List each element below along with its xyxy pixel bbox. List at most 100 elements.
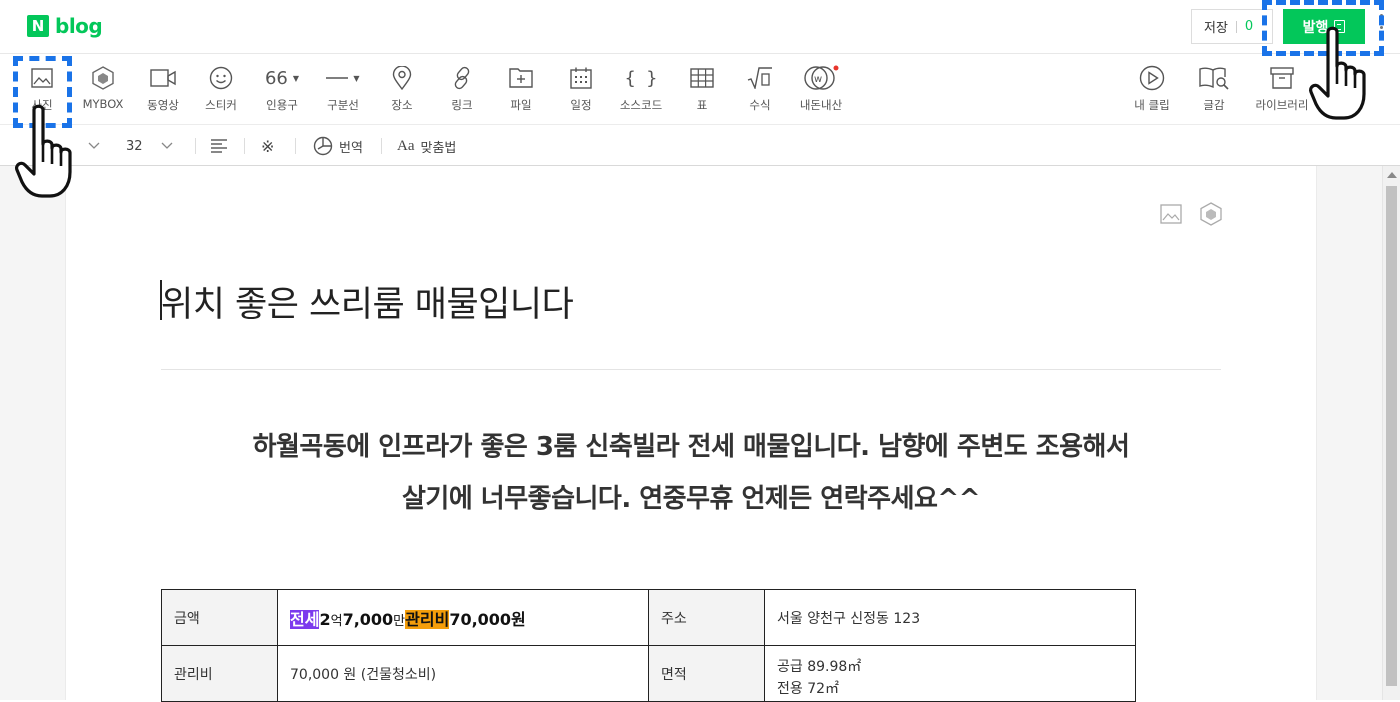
toolbar-sticker[interactable]: 스티커: [198, 55, 244, 125]
toolbar-mybox[interactable]: MYBOX: [76, 55, 130, 125]
toolbar-library[interactable]: 라이브러리: [1250, 55, 1314, 125]
area-cell[interactable]: 공급 89.98㎡ 전용 72㎡: [764, 645, 1136, 702]
toolbar-file[interactable]: 파일: [499, 55, 543, 125]
quote-icon: 66 ▼: [265, 66, 299, 90]
insert-toolbar: 사진 MYBOX 동영상 스티커 66 ▼ 인용구 ▼ 구분선 장소 링크 파일…: [0, 55, 1400, 125]
video-icon: [150, 66, 176, 90]
translate-icon: [313, 136, 333, 156]
code-glyph: { }: [624, 67, 658, 89]
link-icon: [450, 66, 474, 90]
svg-text:w: w: [814, 74, 822, 85]
toolbar-material[interactable]: 글감: [1192, 55, 1236, 125]
toolbar-formula[interactable]: 수식: [738, 55, 782, 125]
code-icon: { }: [625, 66, 658, 90]
toolbar-schedule[interactable]: 일정: [559, 55, 603, 125]
table-header-cell[interactable]: 면적: [648, 645, 765, 702]
purchase-icon: w: [803, 65, 839, 90]
fee-detail-cell[interactable]: 70,000 원 (건물청소비): [277, 645, 649, 702]
toolbar-divider[interactable]: ▼ 구분선: [320, 55, 366, 125]
spellcheck-button[interactable]: Aa 맞춤법: [397, 126, 456, 166]
format-separator: [244, 138, 245, 154]
vertical-scrollbar[interactable]: [1382, 166, 1400, 700]
font-size-dropdown[interactable]: 32: [126, 126, 173, 166]
toolbar-label: 동영상: [147, 98, 179, 112]
spellcheck-label: 맞춤법: [420, 140, 457, 156]
place-icon: [392, 66, 412, 90]
toolbar-label: 내 클립: [1134, 98, 1170, 112]
editor-canvas: 위치 좋은 쓰리룸 매물입니다 하월곡동에 인프라가 좋은 3룸 신축빌라 전세…: [0, 166, 1382, 702]
toolbar-label: 인용구: [266, 98, 298, 112]
mybox-icon: [92, 66, 114, 90]
toolbar-purchase[interactable]: w 내돈내산: [793, 55, 849, 125]
save-label: 저장: [1204, 21, 1228, 36]
title-divider: [161, 369, 1221, 370]
chevron-down-icon: [161, 142, 173, 149]
library-icon: [1270, 66, 1294, 90]
fee-value: 70,000원: [449, 609, 526, 629]
align-left-icon: [211, 139, 227, 153]
property-info-table[interactable]: 금액 전세2억7,000만관리비70,000원 주소 서울 양천구 신정동 12…: [161, 589, 1136, 702]
format-separator: [195, 138, 196, 154]
spellcheck-icon: Aa: [397, 137, 415, 154]
chevron-down-icon: [88, 142, 100, 149]
save-button[interactable]: 저장 0: [1191, 9, 1273, 44]
font-size-value: 32: [126, 138, 143, 154]
toolbar-video[interactable]: 동영상: [140, 55, 186, 125]
top-header: N blog 저장 0 발행: [0, 0, 1400, 54]
blog-logo-text: blog: [55, 14, 103, 38]
toolbar-label: 장소: [391, 98, 413, 112]
toolbar-link[interactable]: 링크: [440, 55, 484, 125]
price-man-value: 7,000: [342, 609, 394, 629]
translate-button[interactable]: 번역: [313, 126, 363, 166]
price-unit: 만: [393, 613, 406, 629]
hand-pointer-icon: [1309, 26, 1366, 120]
cover-mybox-icon[interactable]: [1200, 202, 1222, 230]
format-separator: [381, 138, 382, 154]
toolbar-label: 링크: [451, 98, 473, 112]
cover-image-icon[interactable]: [1160, 204, 1182, 228]
toolbar-my-clip[interactable]: 내 클립: [1128, 55, 1176, 125]
toolbar-sourcecode[interactable]: { } 소스코드: [612, 55, 670, 125]
intro-line: 살기에 너무좋습니다. 연중무휴 언제든 연락주세요^^: [402, 484, 980, 514]
hand-pointer-icon: [15, 104, 72, 198]
draft-count[interactable]: 0: [1245, 19, 1253, 34]
toolbar-table[interactable]: 표: [680, 55, 724, 125]
font-family-dropdown[interactable]: [88, 126, 100, 166]
save-divider: [1235, 20, 1237, 33]
toolbar-label: 스티커: [205, 98, 237, 112]
format-separator: [295, 138, 296, 154]
post-intro-paragraph[interactable]: 하월곡동에 인프라가 좋은 3룸 신축빌라 전세 매물입니다. 남향에 주변도 …: [161, 421, 1221, 525]
naver-logo-mark: N: [27, 15, 49, 37]
format-toolbar: 32 ※ 번역 Aa 맞춤법: [0, 126, 1400, 166]
divider-icon: ▼: [326, 66, 360, 90]
quote-glyph: 66: [264, 67, 288, 89]
toolbar-quote[interactable]: 66 ▼ 인용구: [257, 55, 307, 125]
toolbar-label: 표: [696, 98, 708, 112]
lease-type-tag: 전세: [290, 609, 320, 629]
translate-label: 번역: [339, 140, 363, 156]
price-cell[interactable]: 전세2억7,000만관리비70,000원: [277, 589, 649, 646]
table-header-cell[interactable]: 주소: [648, 589, 765, 646]
blog-logo[interactable]: N blog: [27, 14, 103, 38]
scrollbar-thumb[interactable]: [1386, 186, 1397, 686]
toolbar-label: 글감: [1203, 98, 1225, 112]
post-title[interactable]: 위치 좋은 쓰리룸 매물입니다: [161, 276, 574, 327]
editor-paper: 위치 좋은 쓰리룸 매물입니다 하월곡동에 인프라가 좋은 3룸 신축빌라 전세…: [65, 166, 1317, 702]
price-unit: 억: [330, 613, 343, 629]
table-icon: [690, 66, 714, 90]
table-header-cell[interactable]: 관리비: [161, 645, 278, 702]
dropdown-caret-icon: ▼: [292, 73, 300, 83]
special-char-icon: ※: [261, 136, 275, 156]
area-exclusive: 전용 72㎡: [777, 681, 840, 697]
toolbar-label: 라이브러리: [1255, 98, 1309, 112]
toolbar-label: MYBOX: [82, 97, 124, 111]
address-cell[interactable]: 서울 양천구 신정동 123: [764, 589, 1136, 646]
toolbar-label: 구분선: [327, 98, 359, 112]
table-row: 금액 전세2억7,000만관리비70,000원 주소 서울 양천구 신정동 12…: [161, 589, 1136, 646]
scroll-up-arrow-icon[interactable]: [1387, 172, 1397, 178]
toolbar-place[interactable]: 장소: [380, 55, 424, 125]
special-char-button[interactable]: ※: [261, 126, 274, 166]
toolbar-label: 파일: [510, 98, 532, 112]
table-header-cell[interactable]: 금액: [161, 589, 278, 646]
align-button[interactable]: [211, 126, 227, 166]
